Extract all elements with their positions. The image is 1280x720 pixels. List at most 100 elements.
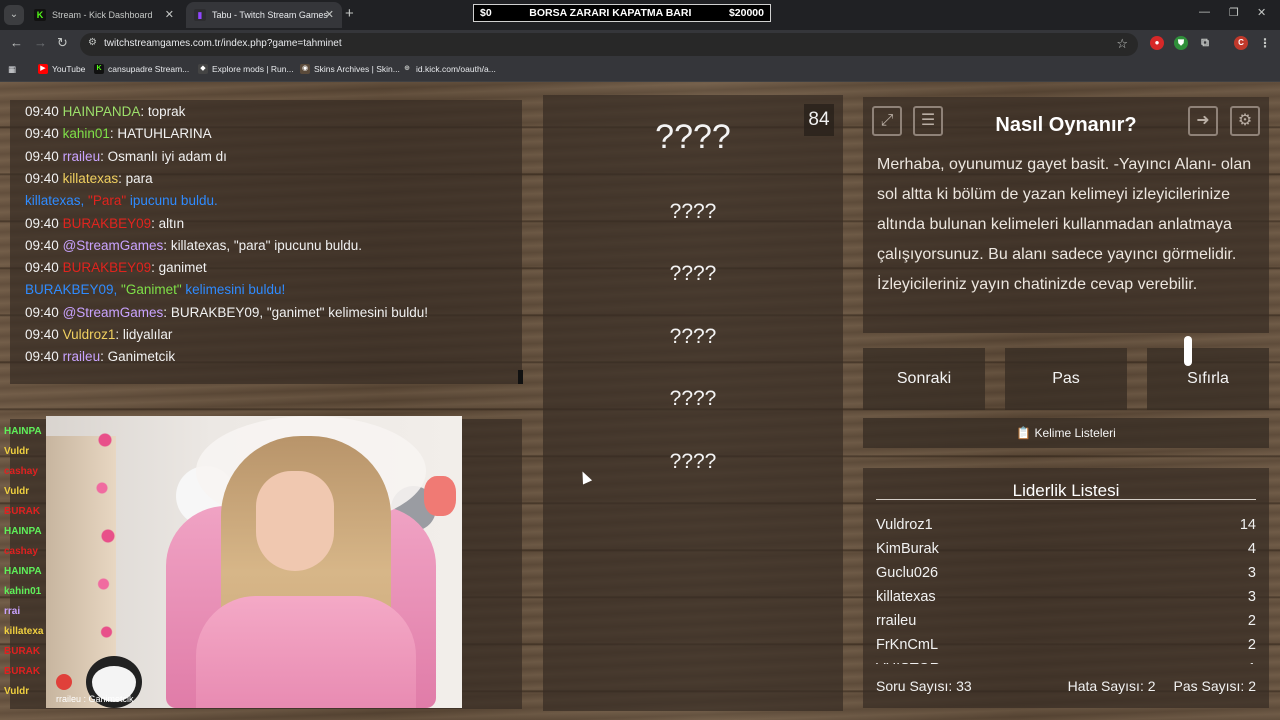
address-bar[interactable]: ⚙ twitchstreamgames.com.tr/index.php?gam… [80, 33, 1138, 56]
overlay-chat-username: cashay [4, 466, 38, 477]
chat-separator: : [140, 104, 148, 119]
bookmark-star-icon[interactable]: ☆ [1116, 36, 1128, 52]
leaderboard-row: KimBurak 4 [876, 537, 1256, 561]
maximize-button[interactable]: ❐ [1229, 6, 1239, 19]
leaderboard-row: FrKnCmL 2 [876, 633, 1256, 657]
overlay-chat-username: HAINPA [4, 566, 42, 577]
streamer-face [256, 471, 334, 571]
leaderboard-row: Vuldroz1 14 [876, 513, 1256, 537]
chat-username[interactable]: HAINPANDA [63, 104, 141, 119]
back-arrow-icon[interactable]: ← [10, 35, 23, 50]
shield-icon[interactable]: ⛊ [1174, 36, 1188, 50]
chat-username[interactable]: rraileu [63, 149, 101, 164]
extension-red-icon[interactable]: ● [1150, 36, 1164, 50]
chat-username[interactable]: BURAKBEY09 [63, 216, 152, 231]
player-score: 2 [1247, 613, 1256, 629]
overlay-chat-username: BURAK [4, 506, 41, 517]
chat-scrollbar[interactable] [518, 370, 523, 384]
chat-username[interactable]: killatexas [63, 171, 119, 186]
bookmark-cansupadre[interactable]: K cansupadre Stream... [94, 64, 189, 74]
chat-panel: 09:40 HAINPANDA: toprak 09:40 kahin01: HA… [10, 100, 523, 384]
player-name: Vuldroz1 [876, 517, 933, 533]
chat-username[interactable]: BURAKBEY09 [63, 260, 152, 275]
bookmark-kick-oauth[interactable]: ⊕ id.kick.com/oauth/a... [402, 64, 496, 74]
chat-separator: : [151, 215, 159, 231]
profile-avatar[interactable]: C [1234, 36, 1248, 50]
tab-twitch-stream-games[interactable]: ▮ Tabu - Twitch Stream Games ✕ [186, 2, 342, 28]
next-button[interactable]: Sonraki [863, 348, 985, 410]
chat-system-message: BURAKBEY09, "Ganimet" kelimesini buldu! [25, 282, 285, 297]
chat-message: 09:40 rraileu: Osmanlı iyi adam dı [25, 149, 227, 164]
tab-search-button[interactable]: ⌄ [4, 5, 24, 25]
player-name: VUISTOR [876, 661, 940, 664]
overlay-chat-username: cashay [4, 546, 38, 557]
chat-timestamp: 09:40 [25, 215, 59, 231]
player-name: KimBurak [876, 541, 939, 557]
leaderboard-row: Guclu026 3 [876, 561, 1256, 585]
goal-bar-end: $20000 [728, 7, 764, 19]
new-tab-button[interactable]: + [345, 5, 354, 22]
word-lists-button[interactable]: 📋 Kelime Listeleri [863, 418, 1269, 448]
chat-message: 09:40 rraileu: Ganimetcik [25, 349, 175, 364]
bookmark-explore-mods[interactable]: ◆ Explore mods | Run... [198, 64, 294, 74]
flower-decoration [90, 416, 120, 656]
pass-button[interactable]: Pas [1005, 348, 1127, 410]
overlay-chat-username: HAINPA [4, 526, 42, 537]
extensions-puzzle-icon[interactable]: ⧉ [1198, 36, 1212, 50]
close-window-button[interactable]: ✕ [1257, 6, 1266, 19]
chat-message: 09:40 Vuldroz1: lidyalılar [25, 327, 172, 342]
chat-message-text: BURAKBEY09, "ganimet" kelimesini buldu! [170, 304, 429, 320]
chat-separator: : [100, 349, 108, 365]
webcam-feed: rraileu : Ganimetcik [46, 416, 462, 708]
target-word: ???? [655, 118, 731, 156]
url-text: twitchstreamgames.com.tr/index.php?game=… [104, 38, 342, 49]
bookmark-skins-archives[interactable]: ◉ Skins Archives | Skin... [300, 64, 400, 74]
clipboard-icon: 📋 [1016, 426, 1032, 440]
browser-menu-icon[interactable]: ⋮ [1258, 36, 1272, 50]
chat-message: 09:40 killatexas: para [25, 171, 153, 186]
chat-username[interactable]: kahin01 [63, 126, 110, 141]
close-tab-icon[interactable]: ✕ [165, 8, 174, 21]
minimize-button[interactable]: — [1199, 6, 1210, 18]
chat-username[interactable]: Vuldroz1 [63, 327, 116, 342]
chat-timestamp: 09:40 [25, 349, 59, 365]
chat-username[interactable]: @StreamGames [63, 238, 164, 253]
bookmark-label: Skins Archives | Skin... [314, 64, 400, 74]
tab-title: Stream - Kick Dashboard [52, 10, 153, 20]
bookmark-youtube[interactable]: ▶ YouTube [38, 64, 85, 74]
question-count: Soru Sayısı: 33 [876, 678, 972, 694]
chat-username[interactable]: @StreamGames [63, 305, 164, 320]
chat-message: 09:40 BURAKBEY09: altın [25, 216, 184, 231]
system-message-word: "Para" [88, 193, 127, 209]
tab-kick-dashboard[interactable]: K Stream - Kick Dashboard ✕ [26, 2, 182, 28]
mods-icon: ◆ [198, 64, 208, 74]
forbidden-word: ???? [669, 325, 717, 348]
settings-gear-icon[interactable]: ⚙ [1230, 106, 1260, 136]
exit-icon[interactable]: ➜ [1188, 106, 1218, 136]
site-info-icon[interactable]: ⚙ [88, 37, 97, 48]
chat-username[interactable]: rraileu [63, 349, 101, 364]
leaderboard-list[interactable]: Vuldroz1 14 KimBurak 4 Guclu026 3 killatexas 3 r… [876, 513, 1256, 664]
reload-icon[interactable]: ↻ [57, 35, 68, 51]
system-message-text: kelimesini buldu! [181, 282, 286, 298]
leaderboard-row: VUISTOR 1 [876, 657, 1256, 664]
player-name: rraileu [876, 613, 917, 629]
stream-goal-bar: $0 BORSA ZARARI KAPATMA BARI $20000 [473, 4, 771, 22]
chat-system-message: killatexas, "Para" ipucunu buldu. [25, 193, 218, 208]
chat-timestamp: 09:40 [25, 104, 59, 119]
forward-arrow-icon[interactable]: → [34, 35, 47, 50]
chat-message-text: toprak [147, 104, 186, 119]
system-message-text: killatexas, [25, 193, 89, 209]
player-score: 1 [1248, 661, 1256, 664]
pass-count: Pas Sayısı: 2 [1173, 678, 1256, 694]
forbidden-word: ???? [669, 262, 717, 285]
apps-grid-icon[interactable]: ▦ [8, 64, 16, 75]
overlay-chat-username: rrai [4, 606, 21, 617]
bookmark-label: id.kick.com/oauth/a... [416, 64, 496, 74]
instructions-text: Merhaba, oyunumuz gayet basit. -Yayıncı … [877, 156, 1252, 293]
reset-button[interactable]: Sıfırla [1147, 348, 1269, 410]
overlay-chat-username: Vuldr [4, 486, 30, 497]
overlay-chat-username: kahin01 [4, 586, 42, 597]
close-tab-icon[interactable]: ✕ [325, 8, 334, 21]
browser-toolbar: ← → ↻ ⚙ twitchstreamgames.com.tr/index.p… [0, 30, 1280, 58]
